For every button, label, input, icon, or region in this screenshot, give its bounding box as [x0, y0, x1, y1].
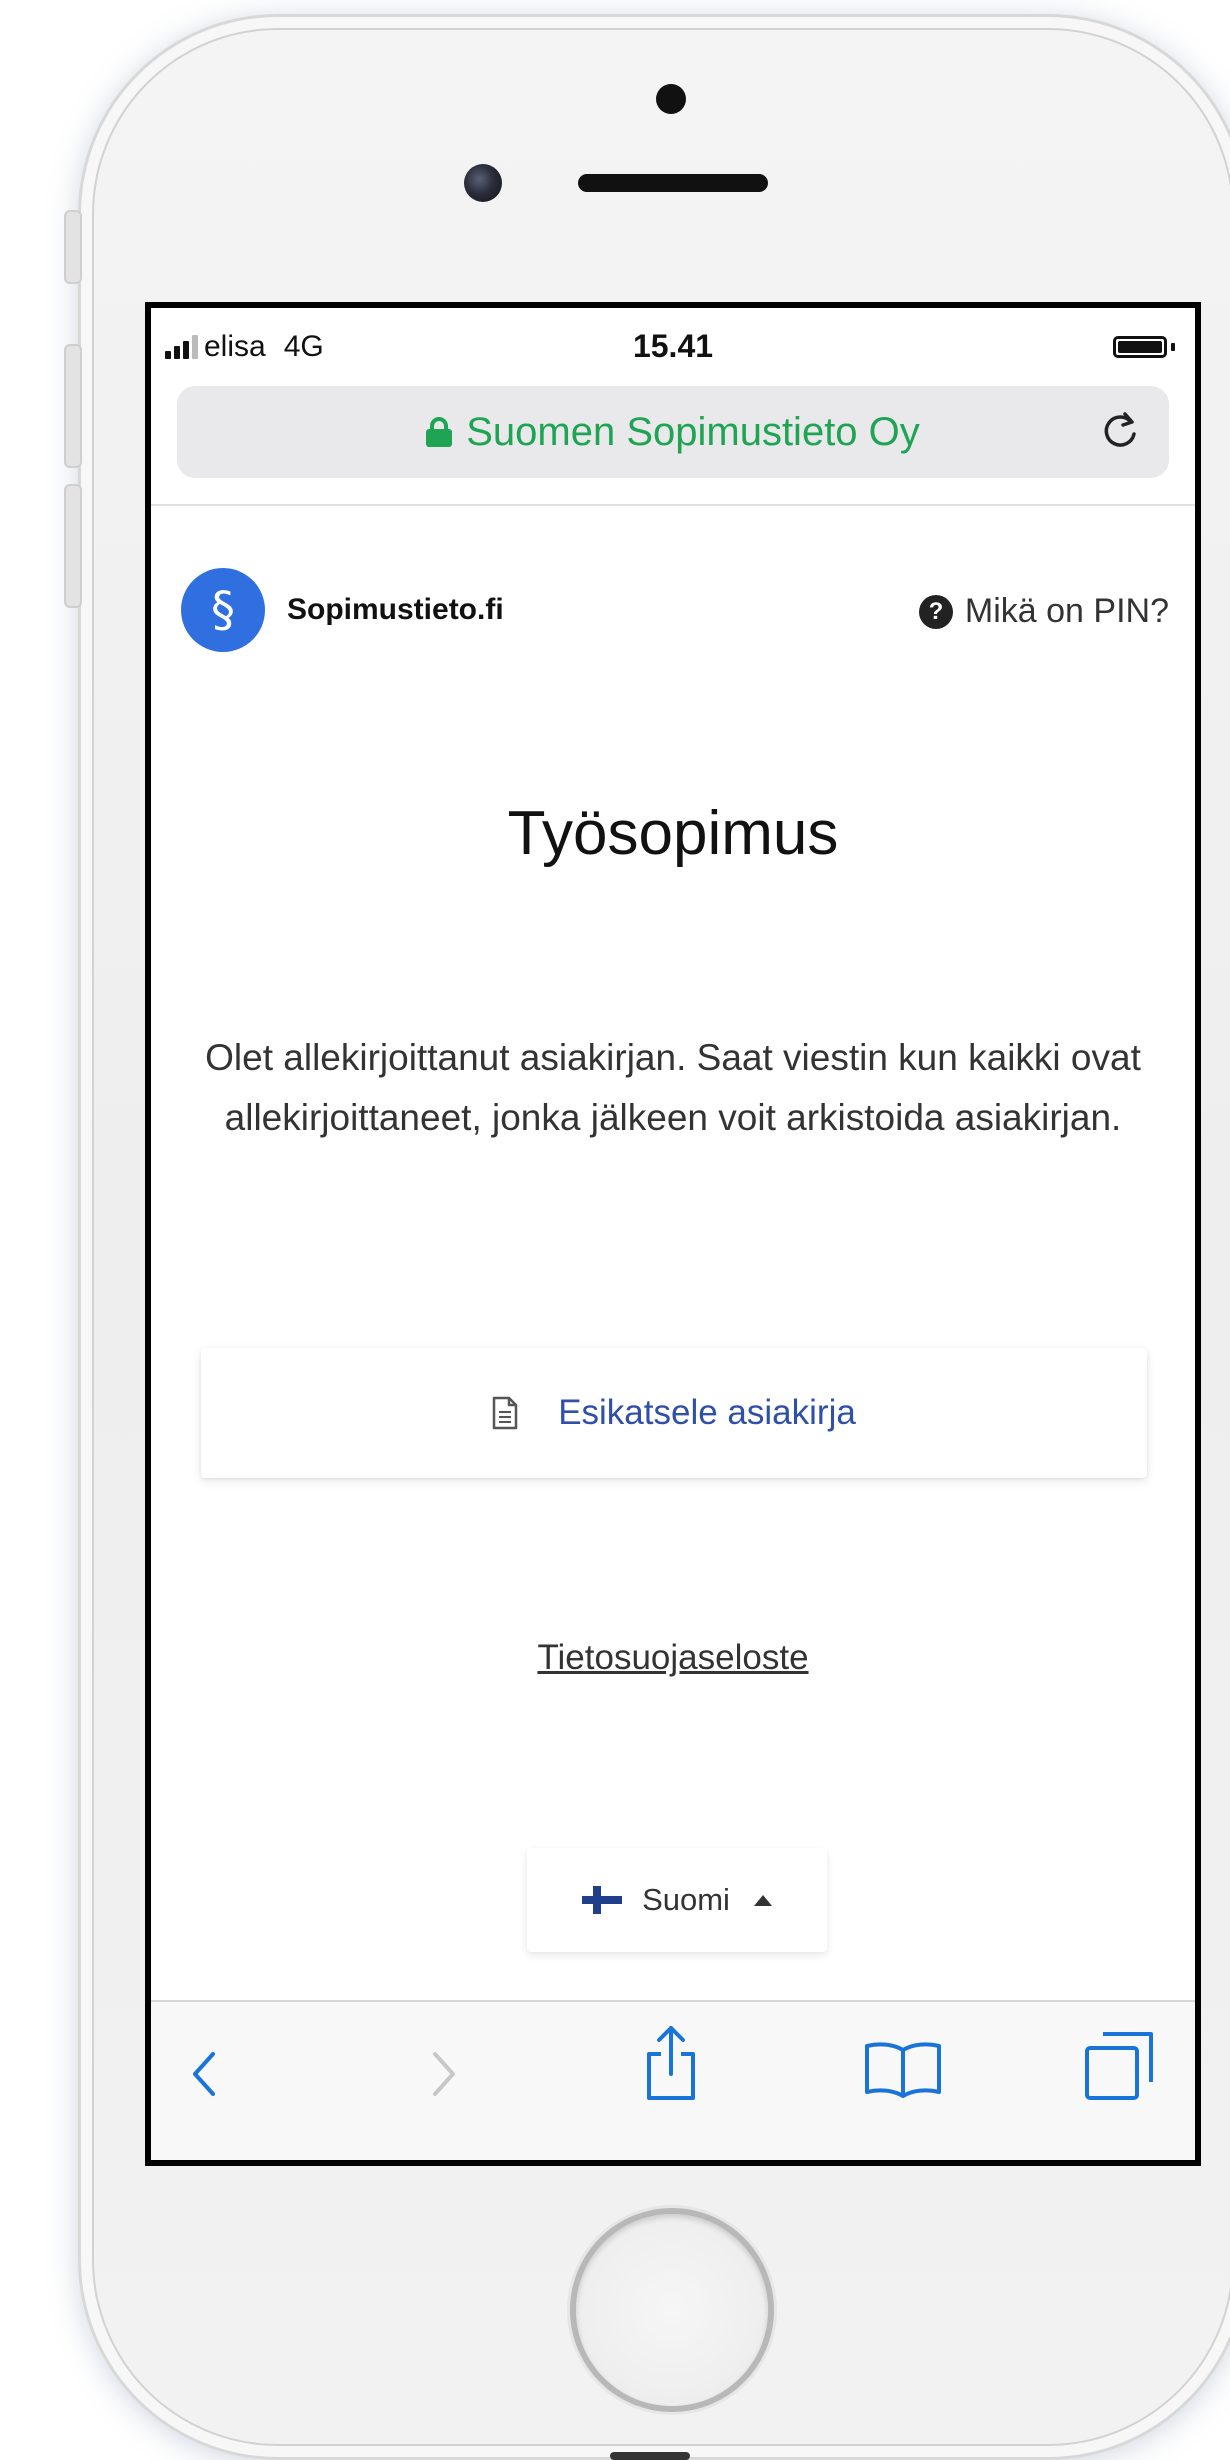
preview-document-label: Esikatsele asiakirja [558, 1393, 856, 1432]
home-button[interactable] [576, 2214, 768, 2406]
address-bar[interactable]: Suomen Sopimustieto Oy [177, 386, 1169, 478]
battery-tip [1171, 343, 1175, 351]
site-identity: Suomen Sopimustieto Oy [177, 410, 1169, 455]
language-label: Suomi [642, 1882, 730, 1917]
battery-icon [1113, 336, 1167, 358]
bottom-edge [610, 2452, 690, 2460]
earpiece-speaker [578, 174, 768, 192]
brand-name: Sopimustieto.fi [287, 593, 504, 626]
signed-message: Olet allekirjoittanut asiakirjan. Saat v… [205, 1037, 1141, 1138]
brand[interactable]: § Sopimustieto.fi [181, 568, 504, 652]
document-icon [492, 1396, 518, 1430]
volume-down-button [64, 484, 82, 608]
back-icon[interactable] [189, 2048, 219, 2100]
volume-up-button [64, 344, 82, 468]
front-camera [464, 164, 502, 202]
mute-switch [64, 210, 82, 284]
help-pin-label: Mikä on PIN? [964, 592, 1169, 630]
forward-icon[interactable] [429, 2048, 459, 2100]
site-name: Suomen Sopimustieto Oy [466, 410, 920, 454]
preview-document-button[interactable]: Esikatsele asiakirja [201, 1348, 1147, 1478]
status-bar: elisa 4G 15.41 [151, 308, 1195, 388]
caret-up-icon [753, 1894, 772, 1906]
address-bar-divider [151, 504, 1195, 506]
finland-flag-icon [582, 1886, 623, 1914]
language-selector[interactable]: Suomi [527, 1848, 827, 1952]
help-icon: ? [918, 594, 953, 629]
document-title: Työsopimus [507, 799, 839, 868]
share-icon[interactable] [643, 2024, 699, 2102]
tabs-icon[interactable] [1083, 2030, 1155, 2102]
reload-icon[interactable] [1097, 408, 1143, 454]
status-time: 15.41 [632, 328, 714, 364]
phone-screen: elisa 4G 15.41 Suomen Sopimustieto Oy § … [145, 302, 1201, 2166]
bookmarks-icon[interactable] [863, 2040, 943, 2098]
lock-icon [426, 417, 453, 447]
brand-logo: § [181, 568, 265, 652]
privacy-policy-link[interactable]: Tietosuojaseloste [151, 1638, 1195, 1678]
browser-toolbar [151, 2002, 1195, 2160]
proximity-sensor [656, 84, 686, 114]
help-pin-link[interactable]: ? Mikä on PIN? [918, 592, 1169, 631]
